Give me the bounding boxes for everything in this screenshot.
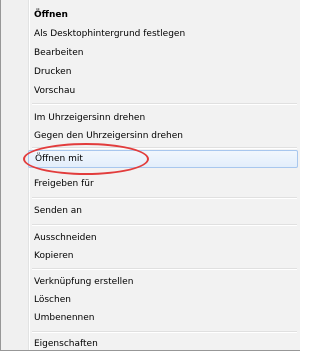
menu-item-senden-an[interactable]: Senden an	[28, 202, 299, 220]
menu-separator	[32, 224, 297, 226]
menu-item-verknuepfung[interactable]: Verknüpfung erstellen	[28, 273, 299, 291]
menu-item-drucken[interactable]: Drucken	[28, 63, 299, 81]
menu-separator	[32, 147, 297, 149]
menu-icon-gutter	[1, 0, 28, 350]
menu-item-eigenschaften[interactable]: Eigenschaften	[28, 335, 299, 353]
menu-item-kopieren[interactable]: Kopieren	[28, 247, 299, 265]
menu-item-rotate-cw[interactable]: Im Uhrzeigersinn drehen	[28, 109, 299, 127]
menu-separator	[32, 103, 297, 105]
menu-item-ausschneiden[interactable]: Ausschneiden	[28, 229, 299, 247]
menu-item-desktophintergrund[interactable]: Als Desktophintergrund festlegen	[28, 25, 299, 43]
menu-item-oeffnen[interactable]: Öffnen	[28, 6, 299, 24]
menu-item-oeffnen-mit[interactable]: Öffnen mit	[28, 150, 298, 168]
menu-item-umbenennen[interactable]: Umbenennen	[28, 309, 299, 327]
menu-separator	[32, 197, 297, 199]
menu-separator	[32, 331, 297, 333]
context-menu: Öffnen Als Desktophintergrund festlegen …	[0, 0, 300, 351]
menu-item-freigeben-fuer[interactable]: Freigeben für	[28, 175, 299, 193]
menu-item-rotate-ccw[interactable]: Gegen den Uhrzeigersinn drehen	[28, 127, 299, 145]
menu-separator	[32, 268, 297, 270]
menu-item-loeschen[interactable]: Löschen	[28, 291, 299, 309]
menu-item-vorschau[interactable]: Vorschau	[28, 82, 299, 100]
menu-item-bearbeiten[interactable]: Bearbeiten	[28, 44, 299, 62]
